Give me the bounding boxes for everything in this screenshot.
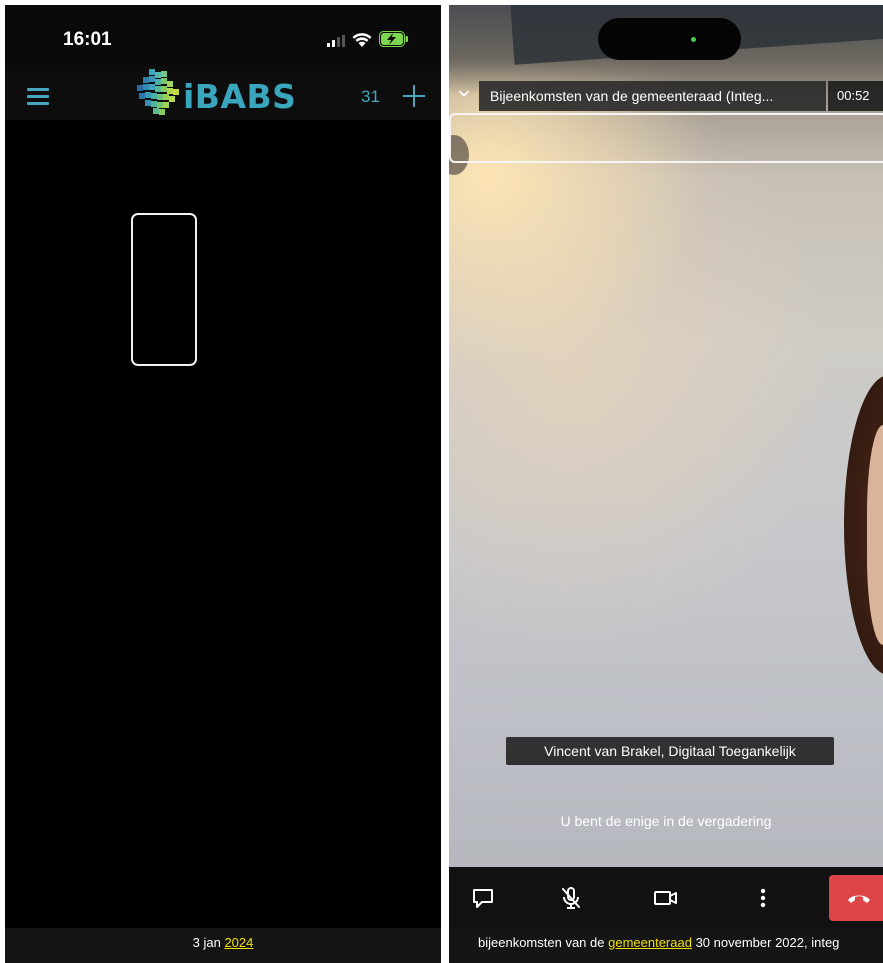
mute-button[interactable]: [548, 875, 594, 921]
footer-text-before: bijeenkomsten van de: [478, 935, 605, 950]
date-footer: 3 jan 2024: [5, 928, 441, 963]
footer-date-text: 3 jan: [192, 935, 221, 950]
wifi-icon: [352, 33, 372, 47]
meeting-footer: bijeenkomsten van de gemeenteraad 30 nov…: [449, 928, 883, 963]
cellular-signal-icon: [327, 35, 345, 47]
meeting-status-message: U bent de enige in de vergadering: [560, 813, 772, 829]
battery-charging-icon: [379, 31, 408, 47]
calendar-count-button[interactable]: 31: [361, 87, 380, 107]
footer-text-after: 30 november 2022, integ: [695, 935, 840, 950]
mic-off-icon: [562, 887, 580, 909]
video-call-screen: Bijeenkomsten van de gemeenteraad (Integ…: [449, 5, 883, 963]
ibabs-app-screen: 16:01 iBABS 31 3 jan 2024: [5, 5, 441, 963]
more-vertical-icon: [760, 888, 766, 908]
participant-name-label: Vincent van Brakel, Digitaal Toegankelij…: [506, 737, 834, 765]
hamburger-menu-icon[interactable]: [27, 88, 49, 105]
ibabs-logo-text: iBABS: [183, 77, 297, 116]
chevron-down-icon[interactable]: [459, 89, 469, 99]
status-bar: 16:01: [5, 5, 441, 65]
meeting-title[interactable]: Bijeenkomsten van de gemeenteraad (Integ…: [479, 81, 826, 111]
dynamic-island: [598, 18, 741, 60]
ibabs-logo-icon: [137, 69, 179, 115]
camera-button[interactable]: [643, 875, 689, 921]
self-video-frame[interactable]: [449, 113, 883, 163]
footer-year-link[interactable]: 2024: [224, 935, 253, 950]
screenshot-composite: 16:01 iBABS 31 3 jan 2024 Bijeenkomsten …: [0, 0, 883, 963]
add-plus-icon[interactable]: [403, 85, 425, 107]
chat-icon: [473, 889, 493, 908]
chat-button[interactable]: [460, 875, 506, 921]
focus-highlight-outline: [131, 213, 197, 366]
footer-gemeenteraad-link[interactable]: gemeenteraad: [608, 935, 692, 950]
hang-up-icon: [848, 895, 870, 903]
call-toolbar: [449, 867, 883, 928]
hang-up-button[interactable]: [829, 875, 883, 921]
app-header: iBABS 31: [5, 65, 441, 120]
call-timer: 00:52: [828, 81, 883, 111]
status-time: 16:01: [63, 29, 112, 50]
camera-in-use-indicator: [691, 37, 696, 42]
more-options-button[interactable]: [740, 875, 786, 921]
video-camera-icon: [654, 891, 677, 905]
